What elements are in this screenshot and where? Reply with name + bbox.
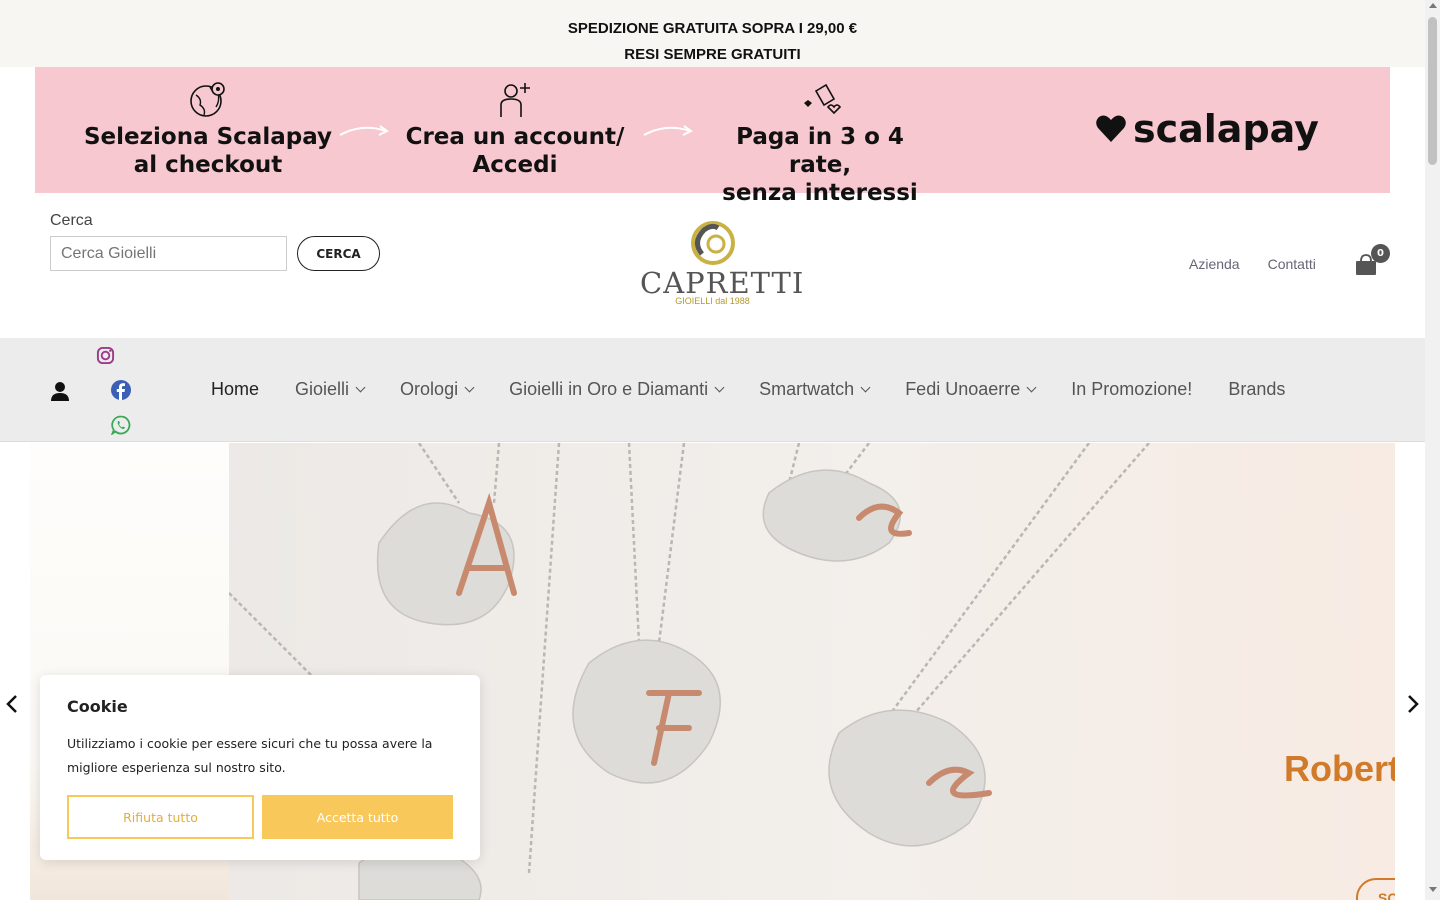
search-area: Cerca CERCA (50, 212, 380, 271)
reject-all-button[interactable]: Rifiuta tutto (67, 795, 254, 839)
scalapay-logo: scalapay (1095, 107, 1319, 151)
chevron-down-icon (860, 382, 871, 393)
search-label: Cerca (50, 212, 93, 229)
scalapay-brand: scalapay (1133, 107, 1319, 151)
logo-name: CAPRETTI (640, 266, 805, 300)
banner-step-1-line-1: Seleziona Scalapay (83, 124, 332, 150)
cart-count-badge: 0 (1371, 244, 1390, 263)
announcement-returns: RESI SEMPRE GRATUITI (624, 46, 801, 63)
nav-smartwatch-label: Smartwatch (759, 379, 855, 399)
search-button[interactable]: CERCA (297, 236, 380, 271)
nav-gioielli-oro-diamanti[interactable]: Gioielli in Oro e Diamanti (509, 379, 725, 400)
accept-all-button[interactable]: Accetta tutto (262, 795, 453, 839)
nav-fedi-unoaerre[interactable]: Fedi Unoaerre (905, 379, 1037, 400)
add-user-icon (500, 83, 530, 117)
facebook-icon[interactable] (111, 380, 131, 400)
scroll-up-icon[interactable] (1429, 3, 1437, 8)
nav-brands[interactable]: Brands (1228, 379, 1285, 400)
nav-gioielli-oro-diamanti-label: Gioielli in Oro e Diamanti (509, 379, 709, 399)
link-azienda[interactable]: Azienda (1189, 256, 1240, 272)
page-scrollbar[interactable] (1425, 0, 1440, 900)
search-input[interactable] (50, 236, 287, 271)
logo-emblem-icon (690, 221, 735, 265)
heart-icon (1096, 115, 1126, 142)
scroll-down-icon[interactable] (1429, 887, 1437, 892)
nav-home-label: Home (211, 379, 260, 399)
banner-step-3-line-2: senza interessi (722, 180, 918, 206)
menu-bar: Home Gioielli Orologi Gioielli in Oro e … (211, 379, 1285, 400)
nav-gioielli[interactable]: Gioielli (295, 379, 366, 400)
nav-in-promozione-label: In Promozione! (1071, 379, 1193, 399)
hero-brand-text: Roberto (1284, 748, 1395, 789)
announcement-bar: SPEDIZIONE GRATUITA SOPRA I 29,00 € RESI… (0, 0, 1425, 67)
arrow-right-icon (339, 125, 389, 136)
chevron-down-icon (355, 382, 366, 393)
scalapay-banner[interactable]: Seleziona Scalapay al checkout Crea un a… (35, 67, 1390, 206)
chevron-left-icon[interactable] (4, 693, 20, 715)
nav-orologi-label: Orologi (400, 379, 459, 399)
banner-step-1: Seleziona Scalapay al checkout (83, 79, 333, 179)
link-contatti[interactable]: Contatti (1268, 256, 1316, 272)
banner-step-3: Paga in 3 o 4 rate, senza interessi (705, 79, 935, 207)
hearts-icon (804, 83, 842, 115)
chevron-down-icon (464, 382, 475, 393)
chevron-down-icon (1026, 382, 1037, 393)
chevron-down-icon (714, 382, 725, 393)
announcement-shipping: SPEDIZIONE GRATUITA SOPRA I 29,00 € (567, 20, 858, 37)
main-navigation: Home Gioielli Orologi Gioielli in Oro e … (0, 338, 1425, 442)
nav-home[interactable]: Home (211, 379, 259, 400)
whatsapp-icon[interactable] (111, 415, 131, 435)
cookie-title: Cookie (67, 697, 128, 716)
scroll-thumb[interactable] (1428, 17, 1437, 165)
site-logo[interactable]: CAPRETTI GIOIELLI dal 1988 (640, 220, 805, 306)
cookie-text: Utilizziamo i cookie per essere sicuri c… (67, 736, 433, 775)
banner-step-3-line-1: Paga in 3 o 4 rate, (736, 124, 904, 178)
cookie-consent-dialog: Cookie Utilizziamo i cookie per essere s… (40, 675, 480, 860)
banner-step-2: Crea un account/ Accedi (400, 79, 630, 179)
nav-in-promozione[interactable]: In Promozione! (1071, 379, 1192, 400)
banner-step-2-line-1: Crea un account/ (405, 124, 625, 150)
chevron-right-icon[interactable] (1405, 693, 1421, 715)
nav-brands-label: Brands (1228, 379, 1286, 399)
arrow-right-icon (643, 125, 693, 136)
nav-smartwatch[interactable]: Smartwatch (759, 379, 871, 400)
instagram-icon[interactable] (96, 346, 115, 365)
nav-gioielli-label: Gioielli (295, 379, 350, 399)
banner-step-2-line-2: Accedi (472, 152, 558, 178)
banner-step-1-line-2: al checkout (133, 152, 283, 178)
header-links: Azienda Contatti (1189, 256, 1316, 272)
nav-orologi[interactable]: Orologi (400, 379, 475, 400)
nav-fedi-unoaerre-label: Fedi Unoaerre (905, 379, 1021, 399)
user-account-icon[interactable] (50, 381, 70, 401)
globe-icon (190, 82, 225, 117)
